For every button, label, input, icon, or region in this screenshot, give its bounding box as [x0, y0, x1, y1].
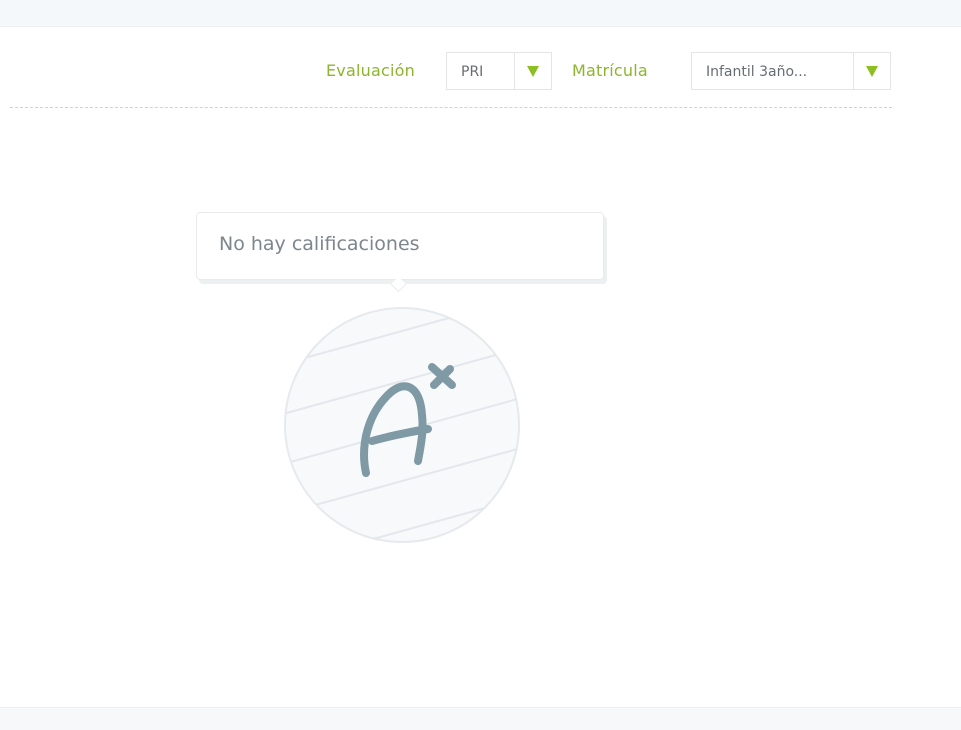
matricula-value: Infantil 3año...	[706, 64, 808, 80]
dashed-separator	[10, 107, 892, 108]
matricula-dropdown-toggle[interactable]	[853, 53, 890, 89]
triangle-down-icon	[866, 66, 878, 77]
grade-a-plus-graphic	[284, 307, 520, 543]
tooltip-pointer	[390, 276, 407, 293]
evaluacion-label: Evaluación	[326, 61, 415, 80]
evaluacion-value: PRI	[461, 64, 484, 80]
matricula-select[interactable]: Infantil 3año...	[691, 52, 891, 90]
top-strip	[0, 0, 961, 27]
empty-message: No hay calificaciones	[219, 233, 420, 255]
filter-bar: Evaluación PRI Matrícula Infantil 3año..…	[0, 52, 961, 92]
evaluacion-dropdown-toggle[interactable]	[514, 53, 551, 89]
triangle-down-icon	[527, 66, 539, 77]
grade-a-plus-icon	[282, 305, 522, 545]
evaluacion-select[interactable]: PRI	[446, 52, 552, 90]
bottom-strip	[0, 707, 961, 730]
empty-message-tooltip: No hay calificaciones	[196, 212, 604, 293]
matricula-label: Matrícula	[572, 61, 648, 80]
